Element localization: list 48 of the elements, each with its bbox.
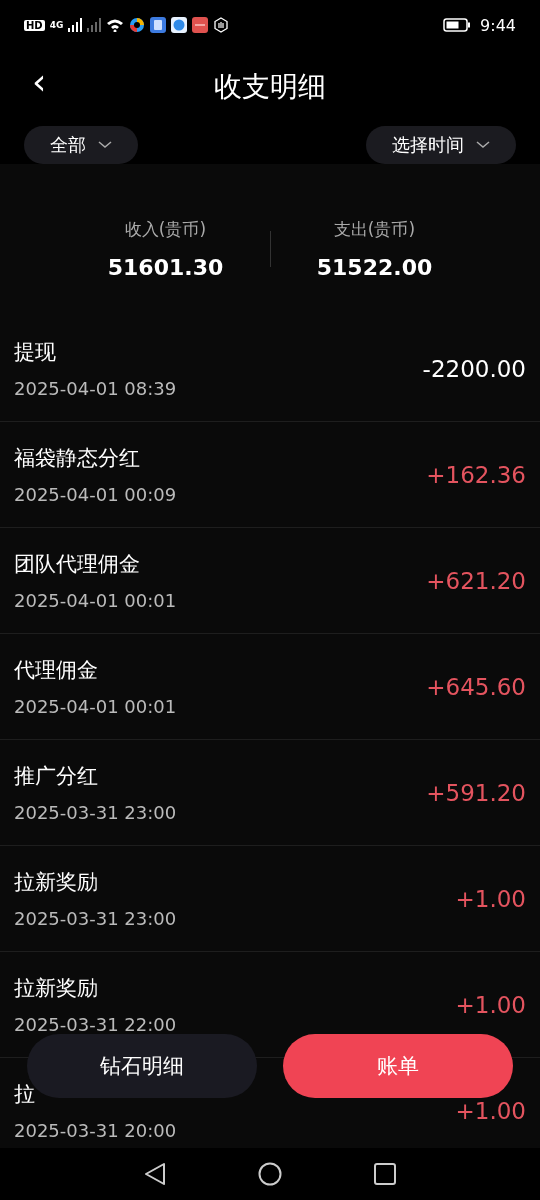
record-amount: +621.20 — [426, 567, 526, 594]
filter-dropdown[interactable]: 选择时间 — [366, 126, 516, 164]
record-time: 2025-04-01 00:09 — [14, 484, 177, 505]
record-title: 代理佣金 — [14, 657, 99, 684]
record-amount: -2200.00 — [422, 355, 526, 382]
record-title: 推广分红 — [14, 763, 99, 790]
app-icon — [192, 17, 209, 33]
record-time: 2025-04-01 00:01 — [14, 590, 177, 611]
record-time: 2025-03-31 23:00 — [14, 908, 177, 929]
app-icon — [129, 17, 146, 33]
back-button[interactable]: ‹ — [26, 64, 53, 100]
chevron-down-icon — [98, 141, 112, 149]
back-icon — [144, 1162, 166, 1186]
summary-value: 51522.00 — [316, 255, 433, 280]
record-title: 福袋静态分红 — [14, 445, 141, 472]
chevron-down-icon — [476, 141, 490, 149]
record-title: 拉新奖励 — [14, 869, 99, 896]
record-amount: +591.20 — [426, 779, 526, 806]
record-title: 提现 — [14, 339, 57, 366]
record-amount: +1.00 — [455, 885, 526, 912]
record-time: 2025-03-31 22:00 — [14, 1014, 177, 1035]
summary-value: 51601.30 — [107, 255, 224, 280]
summary-label: 支出(贵币) — [333, 218, 416, 241]
record-title: 拉新奖励 — [14, 975, 99, 1002]
record-amount: +162.36 — [426, 461, 526, 488]
home-icon — [258, 1162, 282, 1186]
record-amount: +1.00 — [455, 991, 526, 1018]
record-time: 2025-04-01 00:01 — [14, 696, 177, 717]
record-time: 2025-04-01 08:39 — [14, 378, 177, 399]
page-title: 收支明细 — [214, 69, 326, 105]
filter-dropdown[interactable]: 全部 — [24, 126, 138, 164]
network-label: 4G — [49, 20, 64, 30]
record-time: 2025-03-31 20:00 — [14, 1120, 177, 1141]
wifi-icon — [106, 18, 125, 32]
record-amount: +645.60 — [426, 673, 526, 700]
signal-icon — [87, 18, 102, 32]
signal-icon — [68, 18, 83, 32]
recents-icon — [374, 1163, 396, 1185]
record-title: 团队代理佣金 — [14, 551, 141, 578]
battery-icon — [443, 18, 472, 32]
tab-button[interactable]: 账单 — [283, 1034, 513, 1098]
summary-label: 收入(贵币) — [124, 218, 207, 241]
app-icon — [171, 17, 188, 33]
clock: 9:44 — [480, 15, 516, 35]
record-amount: +1.00 — [455, 1097, 526, 1124]
hd-badge: HD — [24, 19, 45, 31]
app-icon — [150, 17, 167, 33]
record-time: 2025-03-31 23:00 — [14, 802, 177, 823]
